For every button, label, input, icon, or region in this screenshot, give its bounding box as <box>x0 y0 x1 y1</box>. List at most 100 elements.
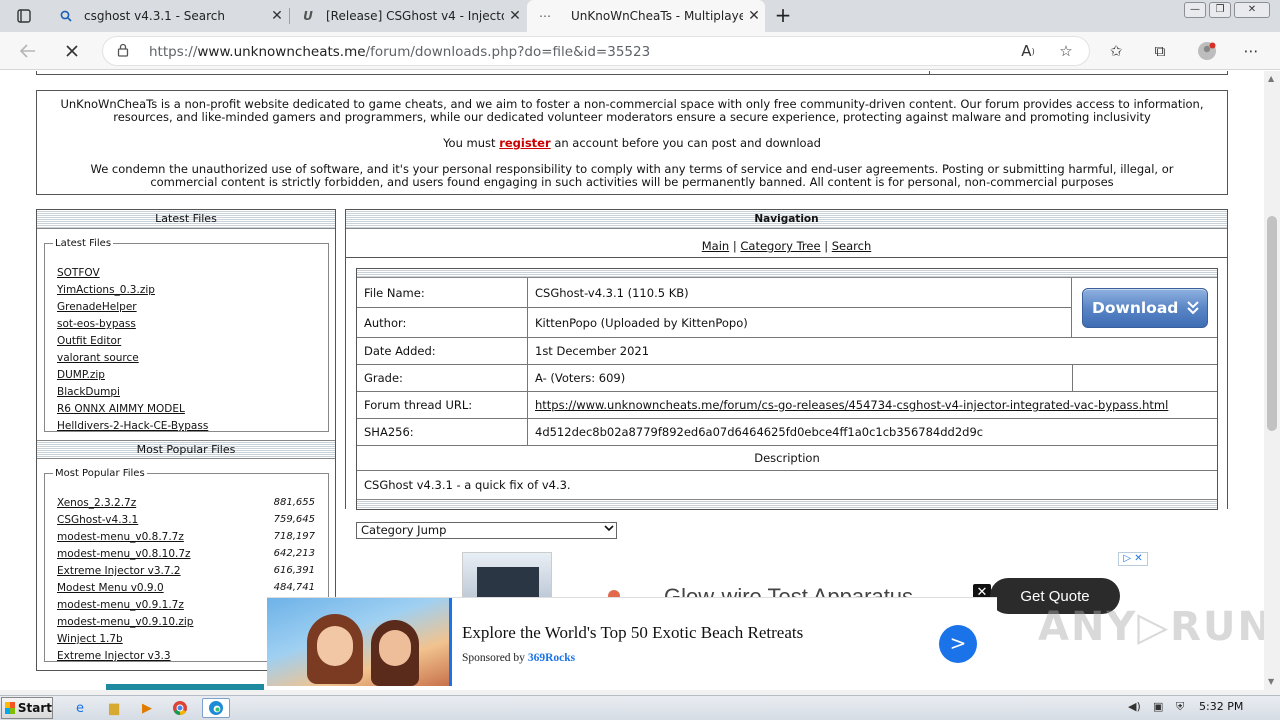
thread-url-link[interactable]: https://www.unknowncheats.me/forum/cs-go… <box>528 392 1217 418</box>
minimize-button[interactable]: — <box>1184 2 1206 18</box>
download-count: 484,741 <box>273 582 315 593</box>
table-row: SHA256: 4d512dec8b02a8779f892ed6a07d6464… <box>357 419 1217 446</box>
tab-title: [Release] CSGhost v4 - Injector w <box>326 9 504 23</box>
read-aloud-icon[interactable]: A) <box>1017 41 1039 61</box>
collections-icon[interactable]: ⧉ <box>1149 41 1171 61</box>
popular-file-link[interactable]: modest-menu_v0.9.10.zip <box>57 616 193 628</box>
close-icon[interactable]: ✕ <box>743 8 765 24</box>
nav-category-tree-link[interactable]: Category Tree <box>740 239 820 253</box>
ad-beach-image <box>267 598 452 686</box>
popular-file-link[interactable]: Winject 1.7b <box>57 633 123 645</box>
grade-value: A- (Voters: 609) <box>528 365 1073 391</box>
tab-actions-icon[interactable] <box>12 4 36 28</box>
download-count: 616,391 <box>273 565 315 576</box>
latest-file-link[interactable]: R6 ONNX AIMMY MODEL <box>57 403 185 415</box>
tab-release[interactable]: U [Release] CSGhost v4 - Injector w ✕ <box>290 0 526 32</box>
ie-icon[interactable]: e <box>69 698 91 718</box>
media-player-icon[interactable]: ▶ <box>136 698 158 718</box>
download-count: 881,655 <box>273 497 315 508</box>
popular-files-legend: Most Popular Files <box>55 468 145 479</box>
category-jump-select[interactable]: Category Jump <box>356 522 617 539</box>
popular-file-link[interactable]: Extreme Injector v3.3 <box>57 650 171 662</box>
start-button[interactable]: Start <box>1 697 53 719</box>
thread-url-label: Forum thread URL: <box>357 392 528 418</box>
file-details-table: File Name: CSGhost-v4.3.1 (110.5 KB) Aut… <box>356 268 1218 510</box>
adchoices-icon[interactable]: ▷ ✕ <box>1118 552 1148 566</box>
volume-icon[interactable]: ◀) <box>1128 700 1141 713</box>
register-link[interactable]: register <box>499 136 550 150</box>
ad-go-button[interactable]: > <box>939 625 977 663</box>
latest-files-legend: Latest Files <box>55 238 112 249</box>
folder-icon[interactable]: ▆ <box>103 698 125 718</box>
latest-file-link[interactable]: sot-eos-bypass <box>57 318 136 330</box>
description-text: CSGhost v4.3.1 - a quick fix of v4.3. <box>364 478 571 492</box>
url-field[interactable]: https://www.unknowncheats.me/forum/downl… <box>102 36 1090 66</box>
windows-logo-icon <box>5 702 15 714</box>
navigation-header: Navigation <box>346 210 1227 229</box>
tab-title: UnKnoWnCheaTs - Multiplayer G <box>571 9 743 23</box>
nav-search-link[interactable]: Search <box>832 239 872 253</box>
latest-file-link[interactable]: Helldivers-2-Hack-CE-Bypass <box>57 420 208 432</box>
latest-file-link[interactable]: DUMP.zip <box>57 369 105 381</box>
security-icon[interactable]: ⛨ <box>1176 700 1184 714</box>
latest-files-header: Latest Files <box>37 210 335 229</box>
scroll-up-icon[interactable]: ▲ <box>1268 74 1274 83</box>
clock: 5:32 PM <box>1199 700 1244 713</box>
profile-avatar-icon[interactable] <box>1196 41 1218 61</box>
tab-unknowncheats[interactable]: ⋯ UnKnoWnCheaTs - Multiplayer G ✕ <box>527 0 765 32</box>
date-value: 1st December 2021 <box>535 344 650 358</box>
site-notice: UnKnoWnCheaTs is a non-profit website de… <box>36 90 1228 195</box>
tab-title: csghost v4.3.1 - Search <box>84 9 226 23</box>
add-favorite-icon[interactable]: ☆ <box>1055 41 1077 61</box>
popular-file-link[interactable]: modest-menu_v0.8.10.7z <box>57 548 191 560</box>
back-arrow-icon[interactable] <box>16 39 40 63</box>
popular-file-link[interactable]: Extreme Injector v3.7.2 <box>57 565 181 577</box>
network-icon[interactable]: ▣ <box>1153 700 1163 713</box>
close-icon[interactable]: ✕ <box>266 8 288 24</box>
latest-file-link[interactable]: GrenadeHelper <box>57 301 137 313</box>
edge-icon[interactable] <box>202 698 230 718</box>
table-footer-strip <box>357 499 1217 509</box>
table-header-strip <box>357 269 1217 278</box>
window-close-button[interactable]: ✕ <box>1234 2 1270 18</box>
loading-dots-icon: ⋯ <box>539 9 551 23</box>
vertical-scrollbar[interactable]: ▲ ▼ <box>1264 71 1280 690</box>
table-row: Author: KittenPopo (Uploaded by KittenPo… <box>357 308 1072 338</box>
popular-file-link[interactable]: modest-menu_v0.9.1.7z <box>57 599 184 611</box>
popular-file-link[interactable]: Modest Menu v0.9.0 <box>57 582 164 594</box>
popular-files-header: Most Popular Files <box>37 440 335 459</box>
restore-button[interactable]: ❐ <box>1209 2 1231 18</box>
file-name-value: CSGhost-v4.3.1 (110.5 KB) <box>528 278 1072 307</box>
sha256-label: SHA256: <box>357 419 528 445</box>
latest-file-link[interactable]: YimActions_0.3.zip <box>57 284 155 296</box>
chrome-icon[interactable] <box>169 698 191 718</box>
latest-file-link[interactable]: BlackDumpi <box>57 386 120 398</box>
popular-file-link[interactable]: CSGhost-v4.3.1 <box>57 514 138 526</box>
grade-label: Grade: <box>357 365 528 391</box>
description-header: Description <box>357 446 1217 471</box>
latest-file-link[interactable]: valorant source <box>57 352 139 364</box>
popular-file-link[interactable]: Xenos_2.3.2.7z <box>57 497 136 509</box>
scrollbar-thumb[interactable] <box>1267 216 1277 431</box>
scroll-down-icon[interactable]: ▼ <box>1268 677 1274 686</box>
table-row: Forum thread URL: https://www.unknownche… <box>357 392 1217 419</box>
download-count: 642,213 <box>273 548 315 559</box>
tab-search[interactable]: csghost v4.3.1 - Search ✕ <box>48 0 288 32</box>
download-cell: Download <box>1072 278 1217 338</box>
stop-loading-icon[interactable] <box>60 39 84 63</box>
address-bar: https://www.unknowncheats.me/forum/downl… <box>0 32 1280 70</box>
latest-file-link[interactable]: SOTFOV <box>57 267 100 279</box>
author-value: KittenPopo (Uploaded by KittenPopo) <box>528 308 1072 337</box>
download-button[interactable]: Download <box>1082 288 1208 328</box>
nav-main-link[interactable]: Main <box>702 239 729 253</box>
popular-file-link[interactable]: modest-menu_v0.8.7.7z <box>57 531 184 543</box>
favorites-icon[interactable]: ✩ <box>1105 41 1127 61</box>
ad-banner-beach[interactable]: Explore the World's Top 50 Exotic Beach … <box>267 597 997 686</box>
chevron-down-icon <box>1186 300 1200 317</box>
search-icon <box>58 8 74 24</box>
more-menu-icon[interactable]: ⋯ <box>1240 41 1262 61</box>
close-icon[interactable]: ✕ <box>504 8 526 24</box>
table-row: File Name: CSGhost-v4.3.1 (110.5 KB) <box>357 278 1072 308</box>
latest-file-link[interactable]: Outfit Editor <box>57 335 121 347</box>
new-tab-button[interactable]: + <box>772 5 794 27</box>
